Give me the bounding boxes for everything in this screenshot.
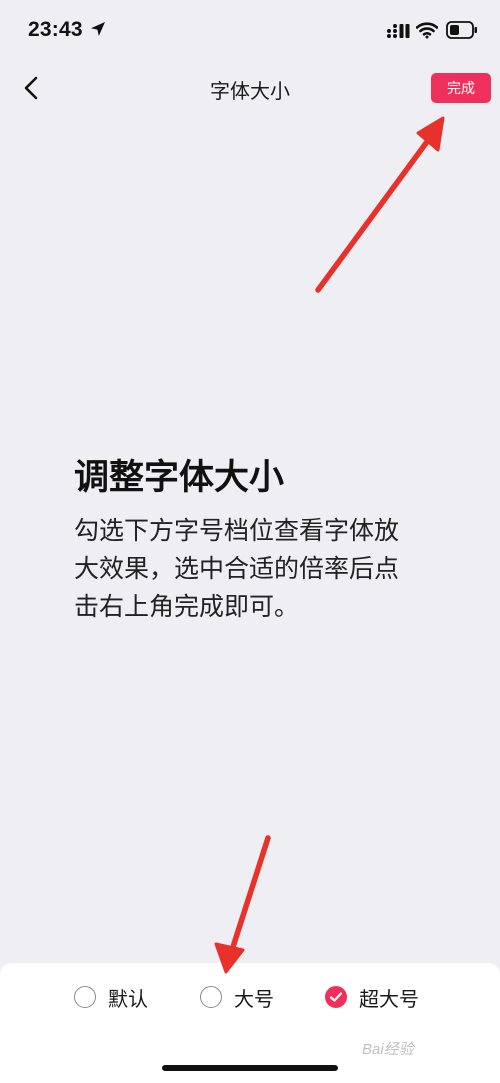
nav-bar: 字体大小 完成 bbox=[0, 62, 500, 116]
wifi-icon bbox=[416, 22, 438, 39]
preview-body: 勾选下方字号档位查看字体放 大效果，选中合适的倍率后点 击右上角完成即可。 bbox=[74, 512, 434, 626]
annotation-arrow-to-done bbox=[315, 116, 445, 293]
option-extra-large[interactable]: 超大号 bbox=[325, 983, 419, 1011]
radio-checked-icon bbox=[325, 986, 347, 1008]
done-button[interactable]: 完成 bbox=[431, 73, 491, 103]
option-label: 默认 bbox=[108, 986, 148, 1011]
checkmark-icon bbox=[329, 992, 343, 1002]
watermark: Bai经验 bbox=[362, 1041, 414, 1058]
option-label: 超大号 bbox=[359, 986, 419, 1011]
preview-body-line: 勾选下方字号档位查看字体放 bbox=[74, 516, 400, 545]
preview-heading: 调整字体大小 bbox=[74, 458, 285, 498]
option-large[interactable]: 大号 bbox=[200, 983, 274, 1011]
page-title: 字体大小 bbox=[210, 79, 290, 103]
status-bar: 23:43 bbox=[0, 0, 500, 62]
battery-icon bbox=[446, 21, 477, 39]
font-size-settings-screen: 23:43 字体大小 完成 调整字体大小 勾选下方字号档位查看字体放 大效果，选… bbox=[0, 0, 500, 1083]
annotation-arrow-to-option bbox=[214, 835, 271, 974]
cellular-signal-icon bbox=[387, 24, 410, 38]
home-indicator bbox=[162, 1065, 338, 1071]
radio-unchecked-icon bbox=[200, 986, 222, 1008]
preview-body-line: 大效果，选中合适的倍率后点 bbox=[74, 554, 400, 583]
location-arrow-icon bbox=[91, 22, 105, 36]
radio-unchecked-icon bbox=[74, 986, 96, 1008]
option-label: 大号 bbox=[234, 986, 274, 1011]
status-time: 23:43 bbox=[28, 18, 83, 41]
option-default[interactable]: 默认 bbox=[74, 983, 148, 1011]
font-preview: 调整字体大小 勾选下方字号档位查看字体放 大效果，选中合适的倍率后点 击右上角完… bbox=[74, 452, 434, 626]
preview-body-line: 击右上角完成即可。 bbox=[74, 592, 300, 621]
